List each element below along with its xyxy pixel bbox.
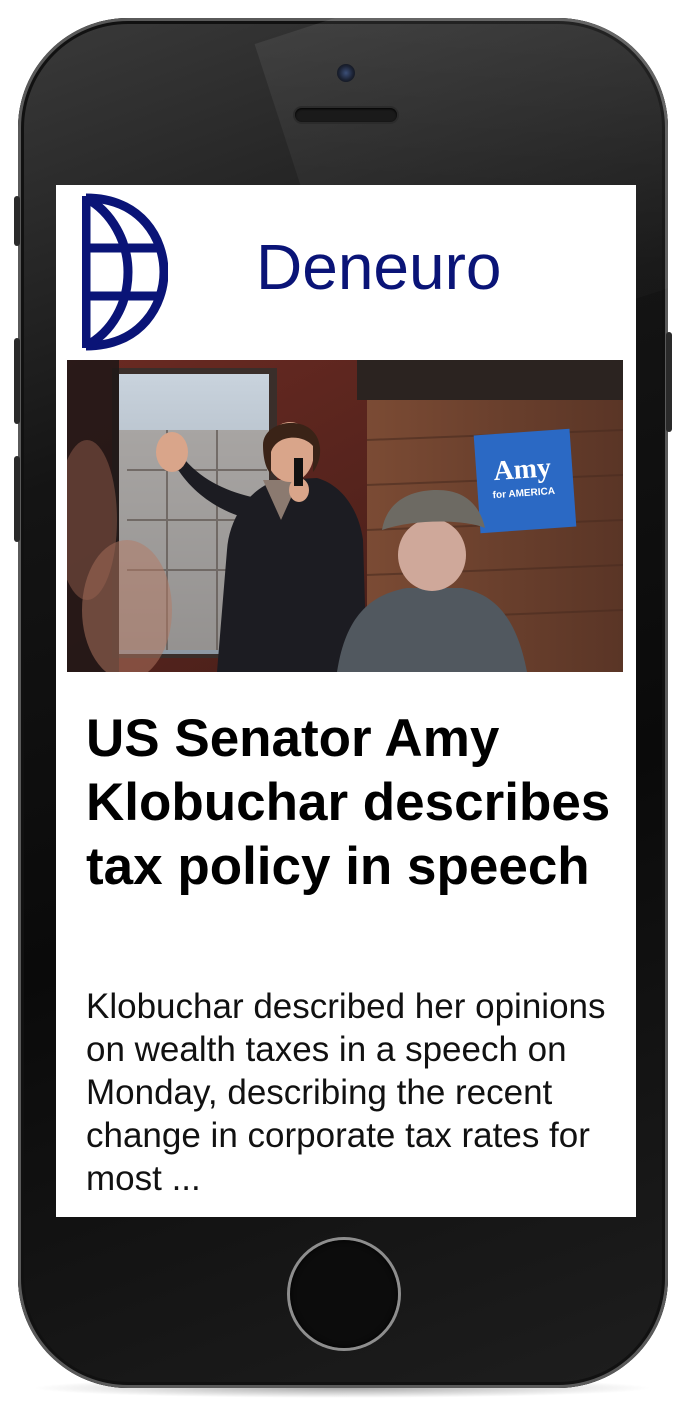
screen: Deneuro Amy for AMERICA US Senator Amy K…	[56, 185, 636, 1217]
home-button[interactable]	[290, 1240, 398, 1348]
brand-name: Deneuro	[256, 231, 502, 303]
silent-switch	[14, 196, 20, 246]
earpiece-speaker	[295, 108, 397, 122]
volume-down-button	[14, 456, 20, 542]
front-camera	[337, 64, 355, 82]
article-summary[interactable]: Klobuchar described her opinions on weal…	[86, 985, 621, 1200]
article-image[interactable]: Amy for AMERICA	[67, 360, 623, 672]
globe-logo-icon[interactable]	[81, 192, 169, 352]
power-button	[666, 332, 672, 432]
article-headline[interactable]: US Senator Amy Klobuchar describes tax p…	[86, 707, 616, 899]
volume-up-button	[14, 338, 20, 424]
sign-text: Amy	[492, 452, 552, 487]
